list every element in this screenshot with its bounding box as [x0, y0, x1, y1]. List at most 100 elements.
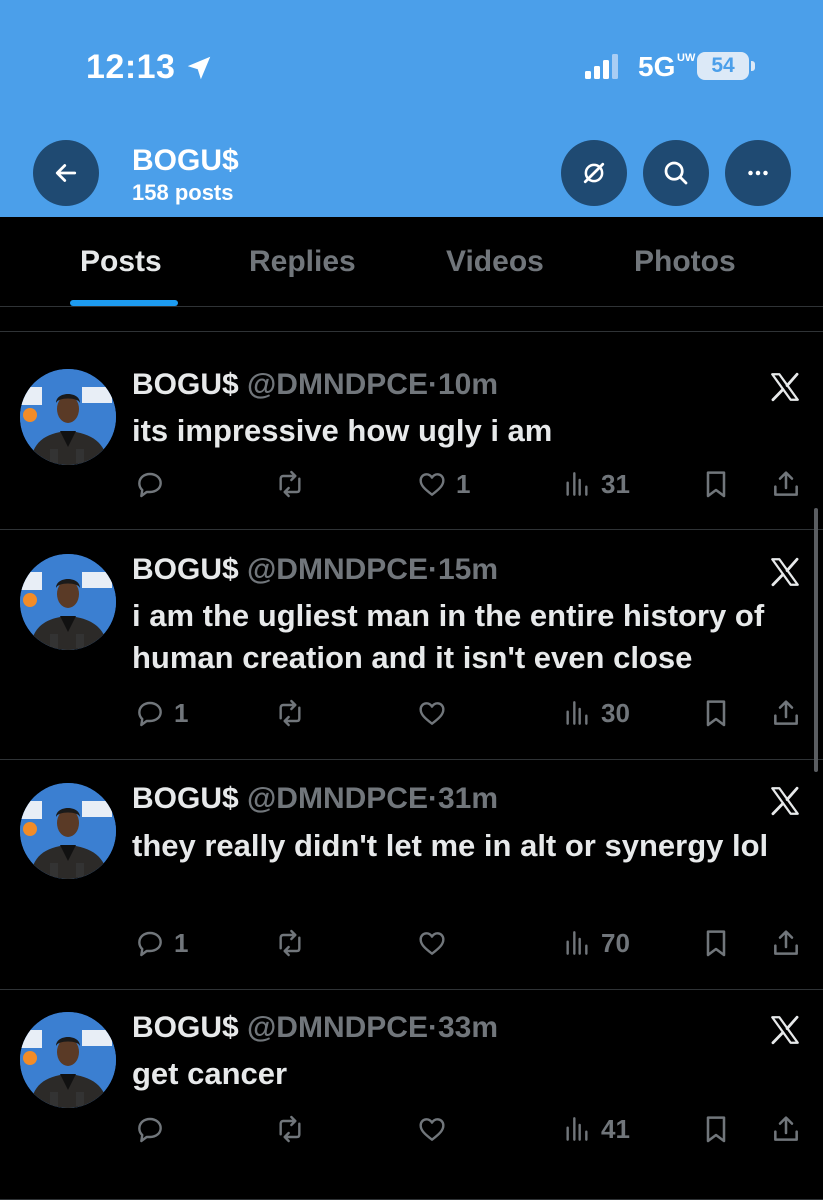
bookmark-button[interactable]: [700, 466, 732, 502]
post-count: 158 posts: [132, 180, 234, 205]
more-button[interactable]: [725, 140, 791, 206]
avatar[interactable]: [20, 1012, 116, 1108]
separator-dot: ·: [427, 1011, 438, 1044]
reply-icon: [138, 1117, 162, 1143]
share-icon: [774, 930, 798, 955]
reply-icon: [138, 472, 162, 498]
tab-posts[interactable]: Posts: [80, 245, 162, 279]
back-arrow-icon: [55, 164, 77, 182]
bookmark-button[interactable]: [700, 1111, 732, 1147]
battery-tip: [751, 61, 755, 71]
share-button[interactable]: [770, 466, 802, 502]
tweet-text: i am the ugliest man in the entire histo…: [132, 598, 765, 675]
author-handle[interactable]: @DMNDPCE: [247, 782, 428, 815]
location-arrow-icon: [187, 56, 211, 80]
separator-dot: ·: [427, 782, 438, 815]
share-button[interactable]: [770, 1111, 802, 1147]
tab-photos[interactable]: Photos: [634, 245, 736, 279]
like-icon: [419, 1118, 445, 1141]
reply-icon: [138, 931, 162, 957]
grok-button[interactable]: [561, 140, 627, 206]
author-handle[interactable]: @DMNDPCE: [247, 553, 428, 586]
avatar[interactable]: [20, 554, 116, 650]
scrollbar[interactable]: [814, 508, 818, 772]
author-handle[interactable]: @DMNDPCE: [247, 368, 428, 401]
tweet[interactable]: BOGU$ @DMNDPCE·33m get cancer 41: [0, 991, 823, 1200]
search-icon: [664, 161, 688, 185]
retweet-button[interactable]: [274, 466, 306, 502]
retweet-button[interactable]: [274, 695, 306, 731]
author-name[interactable]: BOGU$: [132, 368, 239, 401]
retweet-icon: [279, 929, 301, 957]
view-count: 41: [601, 1113, 630, 1144]
tab-videos[interactable]: Videos: [446, 245, 544, 279]
like-icon: [419, 932, 445, 955]
view-count: 30: [601, 697, 630, 728]
like-button[interactable]: 1: [416, 466, 470, 502]
bookmark-button[interactable]: [700, 695, 732, 731]
like-button[interactable]: [416, 1111, 456, 1147]
views-button[interactable]: 31: [561, 466, 630, 502]
tweet-time[interactable]: 33m: [438, 1011, 498, 1044]
reply-button[interactable]: [134, 466, 174, 502]
search-button[interactable]: [643, 140, 709, 206]
reply-button[interactable]: 1: [134, 695, 188, 731]
x-logo-icon: [771, 372, 799, 402]
back-button[interactable]: [33, 140, 99, 206]
bookmark-icon: [706, 930, 726, 957]
avatar-icon: [20, 369, 116, 465]
author-name[interactable]: BOGU$: [132, 1011, 239, 1044]
share-icon: [774, 1116, 798, 1141]
like-button[interactable]: [416, 925, 456, 961]
like-icon: [419, 702, 445, 725]
tweet[interactable]: BOGU$ @DMNDPCE·10m its impressive how ugl…: [0, 332, 823, 530]
tweet-header: BOGU$ @DMNDPCE·10m: [132, 368, 498, 402]
tweet-header: BOGU$ @DMNDPCE·15m: [132, 553, 498, 587]
reply-button[interactable]: [134, 1111, 174, 1147]
profile-header: 12:13 5G UW 54 BOGU$ 158 posts: [0, 0, 823, 217]
grok-icon: [583, 162, 605, 184]
bookmark-button[interactable]: [700, 925, 732, 961]
retweet-button[interactable]: [274, 1111, 306, 1147]
tweet-time[interactable]: 10m: [438, 368, 498, 401]
avatar-icon: [20, 554, 116, 650]
tweet[interactable]: BOGU$ @DMNDPCE·15m i am the ugliest man i…: [0, 531, 823, 760]
views-button[interactable]: 30: [561, 695, 630, 731]
tweet[interactable]: BOGU$ @DMNDPCE·31m they really didn't let…: [0, 761, 823, 990]
share-button[interactable]: [770, 695, 802, 731]
views-icon: [566, 1117, 588, 1141]
x-logo-icon: [771, 1015, 799, 1045]
tweet-text: get cancer: [132, 1056, 288, 1091]
reply-count: 1: [174, 697, 189, 728]
like-button[interactable]: [416, 695, 456, 731]
avatar[interactable]: [20, 783, 116, 879]
share-icon: [774, 471, 798, 496]
x-logo-icon: [771, 557, 799, 587]
tab-replies[interactable]: Replies: [249, 245, 356, 279]
tweet-text: its impressive how ugly i am: [132, 413, 553, 448]
more-icon: [748, 170, 768, 176]
author-handle[interactable]: @DMNDPCE: [247, 1011, 428, 1044]
avatar-icon: [20, 1012, 116, 1108]
share-button[interactable]: [770, 925, 802, 961]
retweet-button[interactable]: [274, 925, 306, 961]
separator-dot: ·: [427, 368, 438, 401]
views-button[interactable]: 41: [561, 1111, 630, 1147]
like-icon: [419, 473, 445, 496]
share-icon: [774, 700, 798, 725]
battery-indicator: 54: [697, 52, 749, 80]
tweet-time[interactable]: 15m: [438, 553, 498, 586]
tweet-header: BOGU$ @DMNDPCE·33m: [132, 1011, 498, 1045]
author-name[interactable]: BOGU$: [132, 553, 239, 586]
bookmark-icon: [706, 471, 726, 498]
reply-icon: [138, 701, 162, 727]
active-tab-indicator: [70, 300, 178, 306]
retweet-icon: [279, 699, 301, 727]
reply-button[interactable]: 1: [134, 925, 188, 961]
tweet-header: BOGU$ @DMNDPCE·31m: [132, 782, 498, 816]
tweet-time[interactable]: 31m: [438, 782, 498, 815]
avatar[interactable]: [20, 369, 116, 465]
views-button[interactable]: 70: [561, 925, 630, 961]
author-name[interactable]: BOGU$: [132, 782, 239, 815]
views-icon: [566, 472, 588, 496]
